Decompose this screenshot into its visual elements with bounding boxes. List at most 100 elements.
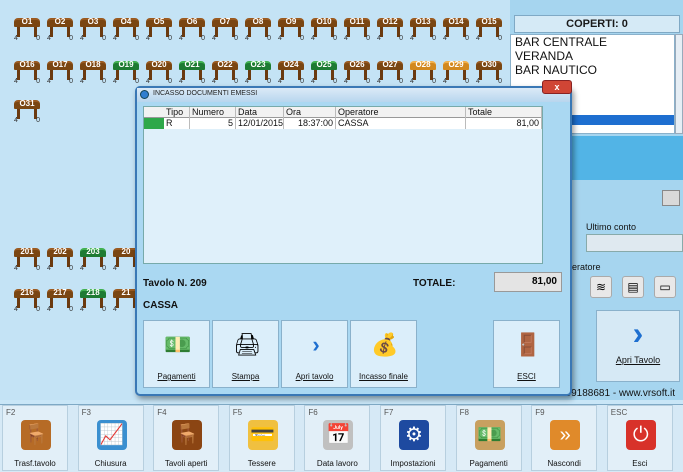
table-O6[interactable]: O6 4 0 bbox=[179, 14, 205, 44]
data-lavoro-button[interactable]: F6 📅 Data lavoro bbox=[304, 405, 371, 471]
table-O17[interactable]: O17 4 0 bbox=[47, 57, 73, 87]
dialog-titlebar[interactable]: INCASSO DOCUMENTI EMESSI bbox=[137, 88, 570, 102]
tavolo-number: Tavolo N. 209 bbox=[143, 278, 207, 289]
table-O12[interactable]: O12 4 0 bbox=[377, 14, 403, 44]
table-count: 4 bbox=[14, 265, 18, 272]
table-O25[interactable]: O25 4 0 bbox=[311, 57, 337, 87]
table-label: O18 bbox=[85, 60, 101, 69]
table-label: O5 bbox=[153, 17, 165, 26]
table-O7[interactable]: O7 4 0 bbox=[212, 14, 238, 44]
room-item[interactable]: BAR NAUTICO bbox=[511, 63, 674, 77]
screen-icon[interactable]: ▭ bbox=[654, 276, 676, 298]
table-O31[interactable]: O31 4 0 bbox=[14, 96, 40, 126]
incasso-finale-button[interactable]: 💰 Incasso finale bbox=[350, 320, 417, 388]
table-label: 217 bbox=[53, 288, 67, 297]
col-ora[interactable]: Ora bbox=[284, 107, 336, 118]
table-O18[interactable]: O18 4 0 bbox=[80, 57, 106, 87]
table-label: O19 bbox=[118, 60, 134, 69]
table-O20[interactable]: O20 4 0 bbox=[146, 57, 172, 87]
impostazioni-button[interactable]: F7 ⚙ Impostazioni bbox=[380, 405, 446, 471]
table-count: 4 bbox=[377, 35, 381, 42]
table-O2[interactable]: O2 4 0 bbox=[47, 14, 73, 44]
totale-value: 81,00 bbox=[494, 272, 562, 292]
table-count: 4 bbox=[443, 35, 447, 42]
table-O8[interactable]: O8 4 0 bbox=[245, 14, 271, 44]
impostazioni-label: Impostazioni bbox=[390, 459, 436, 468]
table-218[interactable]: 218 4 0 bbox=[80, 285, 106, 315]
nascondi-button[interactable]: F9 » Nascondi bbox=[531, 405, 598, 471]
money-icon[interactable]: ≋ bbox=[590, 276, 612, 298]
room-item[interactable]: BAR CENTRALE bbox=[511, 35, 674, 49]
table-count: 0 bbox=[498, 35, 502, 42]
col-numero[interactable]: Numero bbox=[190, 107, 236, 118]
table-row[interactable]: R 5 12/01/2015 18:37:00 CASSA 81,00 bbox=[144, 118, 542, 129]
table-count: 0 bbox=[135, 78, 139, 85]
col-data[interactable]: Data bbox=[236, 107, 284, 118]
table-label: O26 bbox=[349, 60, 365, 69]
table-O11[interactable]: O11 4 0 bbox=[344, 14, 370, 44]
table-O29[interactable]: O29 4 0 bbox=[443, 57, 469, 87]
table-O23[interactable]: O23 4 0 bbox=[245, 57, 271, 87]
table-O10[interactable]: O10 4 0 bbox=[311, 14, 337, 44]
table-icon: 🪑 bbox=[172, 420, 203, 450]
table-count: 0 bbox=[234, 35, 238, 42]
tavoli-aperti-button[interactable]: F4 🪑 Tavoli aperti bbox=[153, 405, 220, 471]
table-O3[interactable]: O3 4 0 bbox=[80, 14, 106, 44]
trasf-tavolo-button[interactable]: F2 🪑 Trasf.tavolo bbox=[2, 405, 68, 471]
stampa-button[interactable]: 🖨 Stampa bbox=[212, 320, 279, 388]
table-O5[interactable]: O5 4 0 bbox=[146, 14, 172, 44]
pagamenti-button[interactable]: 💵 Pagamenti bbox=[143, 320, 210, 388]
table-label: O17 bbox=[52, 60, 68, 69]
table-label: O28 bbox=[415, 60, 431, 69]
table-O4[interactable]: O4 4 0 bbox=[113, 14, 139, 44]
col-tipo[interactable]: Tipo bbox=[164, 107, 190, 118]
tessere-button[interactable]: F5 💳 Tessere bbox=[228, 405, 295, 471]
table-count: 0 bbox=[366, 78, 370, 85]
table-O14[interactable]: O14 4 0 bbox=[443, 14, 469, 44]
pagamenti-button[interactable]: F8 💵 Pagamenti bbox=[455, 405, 522, 471]
table-O28[interactable]: O28 4 0 bbox=[410, 57, 436, 87]
table-216[interactable]: 216 4 0 bbox=[14, 285, 40, 315]
esci-button[interactable]: 🚪 ESCI bbox=[493, 320, 560, 388]
close-button[interactable]: x bbox=[542, 80, 572, 94]
table-201[interactable]: 201 4 0 bbox=[14, 244, 40, 274]
printer-icon[interactable] bbox=[662, 190, 680, 206]
table-O30[interactable]: O30 4 0 bbox=[476, 57, 502, 87]
table-O21[interactable]: O21 4 0 bbox=[179, 57, 205, 87]
table-count: 4 bbox=[146, 35, 150, 42]
stampa-label: Stampa bbox=[231, 372, 260, 381]
table-count: 0 bbox=[168, 78, 172, 85]
table-label: O8 bbox=[252, 17, 264, 26]
table-202[interactable]: 202 4 0 bbox=[47, 244, 73, 274]
table-O13[interactable]: O13 4 0 bbox=[410, 14, 436, 44]
apri-tavolo-button[interactable]: › Apri Tavolo bbox=[596, 310, 680, 382]
table-count: 0 bbox=[102, 78, 106, 85]
table-O15[interactable]: O15 4 0 bbox=[476, 14, 502, 44]
table-O9[interactable]: O9 4 0 bbox=[278, 14, 304, 44]
room-item[interactable]: VERANDA bbox=[511, 49, 674, 63]
print-small-icon[interactable]: ▤ bbox=[622, 276, 644, 298]
apri-tavolo-dialog-button[interactable]: › Apri tavolo bbox=[281, 320, 348, 388]
apri-tavolo-label: Apri Tavolo bbox=[615, 355, 661, 365]
table-O16[interactable]: O16 4 0 bbox=[14, 57, 40, 87]
room-list-scrollbar[interactable] bbox=[675, 34, 683, 134]
table-203[interactable]: 203 4 0 bbox=[80, 244, 106, 274]
table-O22[interactable]: O22 4 0 bbox=[212, 57, 238, 87]
table-O24[interactable]: O24 4 0 bbox=[278, 57, 304, 87]
table-O26[interactable]: O26 4 0 bbox=[344, 57, 370, 87]
table-O1[interactable]: O1 4 0 bbox=[14, 14, 40, 44]
table-label: 218 bbox=[86, 288, 100, 297]
table-count: 4 bbox=[47, 35, 51, 42]
table-217[interactable]: 217 4 0 bbox=[47, 285, 73, 315]
col-totale[interactable]: Totale bbox=[466, 107, 542, 118]
table-count: 0 bbox=[36, 35, 40, 42]
table-count: 0 bbox=[333, 78, 337, 85]
table-O19[interactable]: O19 4 0 bbox=[113, 57, 139, 87]
esci-button[interactable]: ESC ⏻ Esci bbox=[606, 405, 673, 471]
table-label: O7 bbox=[219, 17, 231, 26]
table-count: 0 bbox=[399, 35, 403, 42]
col-operatore[interactable]: Operatore bbox=[336, 107, 466, 118]
table-O27[interactable]: O27 4 0 bbox=[377, 57, 403, 87]
table-count: 4 bbox=[47, 306, 51, 313]
chiusura-button[interactable]: F3 📈 Chiusura bbox=[77, 405, 144, 471]
